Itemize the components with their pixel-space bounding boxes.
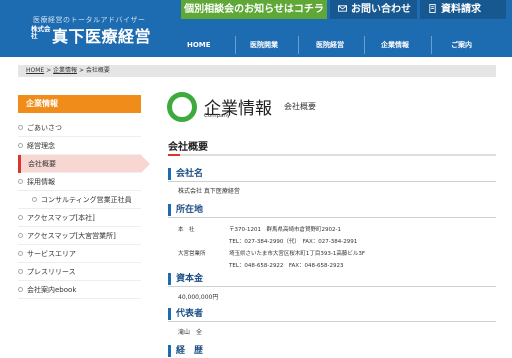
contact-label: お問い合わせ <box>351 4 411 15</box>
document-icon <box>429 4 436 13</box>
site-header: 医療経営のトータルアドバイザー 株式会社 真下医療経営 個別相談会のお知らせはコ… <box>0 0 512 57</box>
sidebar-item-service-area[interactable]: サービスエリア <box>18 245 141 263</box>
sidebar-item-label: コンサルティング営業正社員 <box>41 196 132 204</box>
sidebar-heading: 企業情報 <box>18 95 141 113</box>
sidebar-item-recruit[interactable]: 採用情報 <box>18 173 141 191</box>
capital-heading: 資本金 <box>168 273 203 285</box>
circle-bullet-icon <box>18 143 23 148</box>
document-request-label: 資料請求 <box>441 4 481 15</box>
active-arrow-icon <box>141 155 150 173</box>
nav-divider <box>431 36 432 54</box>
sidebar-item-label: アクセスマップ[大宮営業所] <box>27 232 116 240</box>
page-subtitle: 会社概要 <box>284 102 316 111</box>
omiya-phone: TEL：048-658-2922 FAX：048-658-2923 <box>229 263 344 269</box>
nav-home[interactable]: HOME <box>187 38 211 52</box>
contact-button[interactable]: お問い合わせ <box>330 0 417 19</box>
circle-bullet-icon <box>18 215 23 220</box>
sidebar-item-access-hq[interactable]: アクセスマップ[本社] <box>18 209 141 227</box>
section-divider <box>168 154 496 156</box>
hq-address: 〒370-1201 群馬県高崎市倉賀野町2902-1 <box>229 227 341 233</box>
sidebar-item-label: アクセスマップ[本社] <box>27 214 95 222</box>
breadcrumb-separator: > <box>44 67 54 74</box>
document-request-button[interactable]: 資料請求 <box>420 0 506 19</box>
sidebar-item-label: ごあいさつ <box>27 124 62 132</box>
location-heading: 所在地 <box>168 204 203 216</box>
sidebar-item-label: 採用情報 <box>27 178 55 186</box>
sidebar-item-label: サービスエリア <box>27 250 76 258</box>
omiya-address: 埼玉県さいたま市大宮区桜木町1丁目393-1高藤ビル3F <box>229 251 365 257</box>
omiya-label: 大宮営業所 <box>178 251 206 257</box>
circle-bullet-icon <box>18 287 23 292</box>
sidebar-item-access-omiya[interactable]: アクセスマップ[大宮営業所] <box>18 227 141 245</box>
heading-divider <box>168 321 496 322</box>
circle-bullet-icon <box>18 125 23 130</box>
sidebar-item-label: 経営理念 <box>27 142 55 150</box>
circle-bullet-icon <box>18 233 23 238</box>
sidebar-item-greeting[interactable]: ごあいさつ <box>18 119 141 137</box>
breadcrumb-company-link[interactable]: 企業情報 <box>53 67 77 74</box>
representative-heading: 代表者 <box>168 308 203 320</box>
company-name-value: 株式会社 真下医療経営 <box>178 188 240 195</box>
breadcrumb-home-link[interactable]: HOME <box>26 67 44 74</box>
sidebar-item-label: 会社案内ebook <box>27 286 77 294</box>
circle-bullet-icon <box>18 179 23 184</box>
ring-icon <box>167 92 197 122</box>
heading-divider <box>168 181 496 182</box>
heading-divider <box>168 217 496 218</box>
nav-clinic-management[interactable]: 医院経営 <box>316 38 344 52</box>
sidebar-item-label: プレスリリース <box>27 268 76 276</box>
sidebar-item-label: 会社概要 <box>28 160 56 168</box>
nav-clinic-opening[interactable]: 医院開業 <box>250 38 278 52</box>
breadcrumb-current: 会社概要 <box>85 67 110 74</box>
section-title: 会社概要 <box>168 142 208 153</box>
section-divider-accent <box>168 154 180 156</box>
page-title-english: Company <box>204 113 231 119</box>
logo-company-type[interactable]: 株式会社 <box>31 26 53 40</box>
consultation-banner-button[interactable]: 個別相談会のお知らせはコチラ <box>181 0 327 19</box>
hq-phone: TEL：027-384-2990（代） FAX：027-384-2991 <box>229 239 358 245</box>
nav-divider <box>298 36 299 54</box>
sidebar-item-ebook[interactable]: 会社案内ebook <box>18 281 141 299</box>
capital-value: 40,000,000円 <box>178 294 219 301</box>
representative-value: 滝山 全 <box>178 329 203 336</box>
mail-icon <box>338 5 347 12</box>
history-heading: 経 歴 <box>168 345 203 357</box>
nav-divider <box>364 36 365 54</box>
nav-guide[interactable]: ご案内 <box>451 38 472 52</box>
breadcrumb-separator: > <box>77 67 86 74</box>
nav-company-info[interactable]: 企業情報 <box>381 38 409 52</box>
hq-label: 本 社 <box>178 227 195 233</box>
site-logo[interactable]: 真下医療経営 <box>52 23 151 47</box>
sidebar-item-philosophy[interactable]: 経営理念 <box>18 137 141 155</box>
company-name-heading: 会社名 <box>168 168 203 180</box>
heading-divider <box>168 286 496 287</box>
sidebar-item-company-overview[interactable]: 会社概要 <box>18 155 150 173</box>
sidebar-item-consulting-sales[interactable]: コンサルティング営業正社員 <box>18 191 141 209</box>
nav-divider <box>235 36 236 54</box>
sidebar-item-press-release[interactable]: プレスリリース <box>18 263 141 281</box>
circle-bullet-icon <box>32 197 37 202</box>
circle-bullet-icon <box>18 251 23 256</box>
breadcrumb: HOME > 企業情報 > 会社概要 <box>18 65 496 77</box>
circle-bullet-icon <box>18 269 23 274</box>
